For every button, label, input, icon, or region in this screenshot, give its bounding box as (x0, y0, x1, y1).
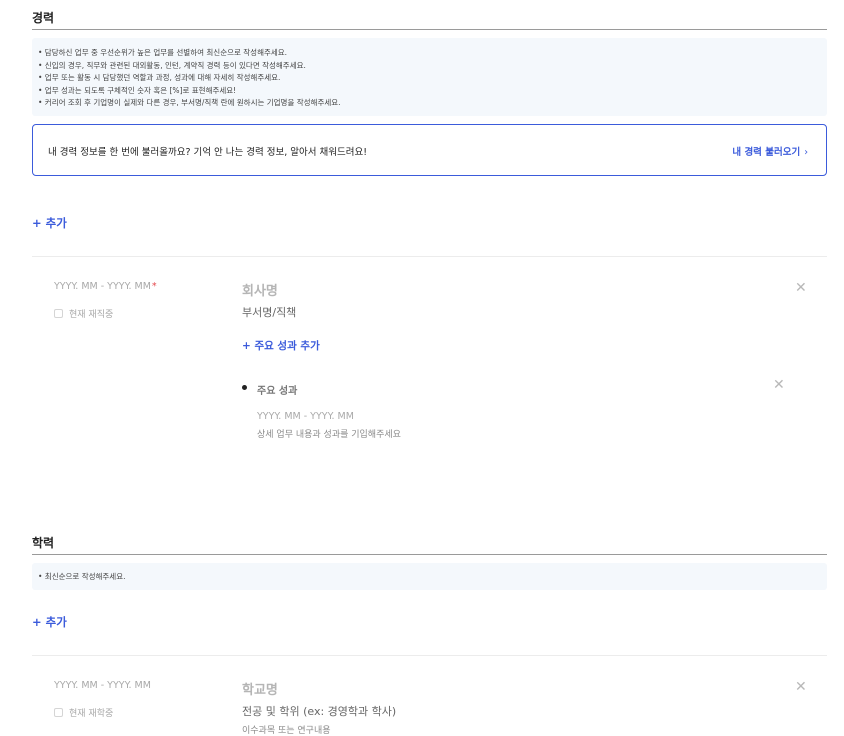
major-degree-input[interactable]: 전공 및 학위 (ex: 경영학과 학사) (242, 703, 396, 719)
checkbox-icon (54, 309, 63, 318)
add-achievement-button[interactable]: + 주요 성과 추가 (242, 338, 320, 353)
career-guide-line: • 업무 성과는 되도록 구체적인 숫자 혹은 [%]로 표현해주세요! (38, 85, 237, 95)
currently-enrolled-checkbox[interactable]: 현재 재학중 (54, 706, 113, 719)
close-icon[interactable]: ✕ (773, 378, 785, 392)
required-mark: * (151, 281, 157, 292)
career-period-input[interactable]: YYYY. MM - YYYY. MM* (54, 281, 157, 292)
education-period-input[interactable]: YYYY. MM - YYYY. MM (54, 680, 151, 691)
career-guide-line: • 업무 또는 활동 시 담당했던 역할과 과정, 성과에 대해 자세히 작성해… (38, 73, 281, 82)
career-guide-line: • 담당하신 업무 중 우선순위가 높은 업무를 선별하여 최신순으로 작성해주… (38, 48, 288, 57)
add-career-button[interactable]: + 추가 (32, 215, 67, 231)
currently-employed-label: 현재 재직중 (69, 310, 114, 320)
import-career-button[interactable]: 내 경력 불러오기 › (732, 144, 808, 158)
achievement-bullet-icon (242, 385, 247, 390)
currently-employed-checkbox[interactable]: 현재 재직중 (54, 307, 113, 320)
checkbox-icon (54, 708, 63, 717)
company-name-input[interactable]: 회사명 (242, 280, 278, 299)
department-position-input[interactable]: 부서명/직책 (242, 304, 296, 320)
close-icon[interactable]: ✕ (795, 281, 807, 295)
add-education-button[interactable]: + 추가 (32, 614, 67, 630)
achievement-title-input[interactable]: 주요 성과 (257, 382, 297, 397)
education-section-divider (32, 554, 827, 555)
currently-enrolled-label: 현재 재학중 (69, 709, 114, 719)
education-entry-divider (32, 655, 827, 656)
career-guide-box: • 담당하신 업무 중 우선순위가 높은 업무를 선별하여 최신순으로 작성해주… (32, 38, 827, 116)
import-career-label: 내 경력 불러오기 (732, 147, 801, 158)
courses-research-input[interactable]: 이수과목 또는 연구내용 (242, 723, 331, 736)
career-period-text: YYYY. MM - YYYY. MM (54, 281, 151, 292)
career-guide-line: • 신입의 경우, 직무와 관련된 대외활동, 인턴, 계약직 경력 등이 있다… (38, 60, 306, 70)
education-section-title: 학력 (32, 536, 55, 550)
career-entry-divider (32, 256, 827, 257)
career-import-banner: 내 경력 정보를 한 번에 불러올까요? 기억 안 나는 경력 정보, 알아서 … (32, 124, 827, 176)
education-guide-box: • 최신순으로 작성해주세요. (32, 563, 827, 590)
career-import-text: 내 경력 정보를 한 번에 불러올까요? 기억 안 나는 경력 정보, 알아서 … (48, 147, 368, 158)
career-section-title: 경력 (32, 11, 55, 25)
close-icon[interactable]: ✕ (795, 680, 807, 694)
achievement-description-input[interactable]: 상세 업무 내용과 성과를 기입해주세요 (257, 427, 401, 440)
education-guide-line: • 최신순으로 작성해주세요. (38, 572, 126, 581)
chevron-right-icon: › (804, 147, 808, 158)
career-guide-line: • 커리어 조회 후 기업명이 실제와 다른 경우, 부서명/직책 란에 원하시… (38, 98, 341, 107)
school-name-input[interactable]: 학교명 (242, 679, 278, 698)
career-section-divider (32, 29, 827, 30)
achievement-period-input[interactable]: YYYY. MM - YYYY. MM (257, 411, 354, 422)
